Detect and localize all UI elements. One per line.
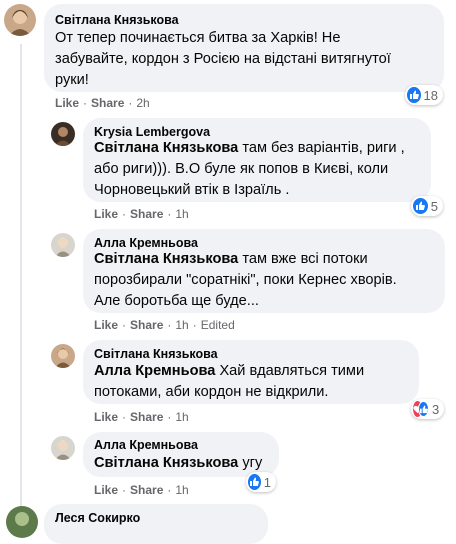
mention-link[interactable]: Світлана Князькова (94, 455, 238, 471)
reaction-count-label: 5 (430, 198, 438, 214)
share-button[interactable]: Share (91, 96, 124, 110)
like-reaction-icon (248, 474, 261, 490)
timestamp[interactable]: 1h (175, 483, 188, 497)
comment-actions: Like · Share · 2h (55, 96, 150, 110)
comment-author[interactable]: Алла Кремньова (94, 236, 198, 250)
like-button[interactable]: Like (94, 410, 118, 424)
like-button[interactable]: Like (94, 207, 118, 221)
reaction-count-label: 3 (432, 401, 440, 417)
avatar[interactable] (6, 506, 38, 538)
comment-text: там без варіантів, риги , (238, 140, 405, 156)
comment-text-line: забувайте, кордон з Росією на відстані в… (55, 51, 391, 67)
like-button[interactable]: Like (94, 318, 118, 332)
comment-author[interactable]: Леся Сокирко (55, 511, 140, 525)
like-reaction-icon (413, 198, 428, 214)
separator: · (122, 483, 127, 497)
separator: · (167, 410, 172, 424)
comment-text-line: Світлана Князькова угу (94, 453, 262, 474)
comment-text: угу (238, 455, 263, 471)
edited-label[interactable]: Edited (201, 318, 235, 332)
avatar[interactable] (51, 344, 75, 368)
separator: · (122, 207, 127, 221)
like-button[interactable]: Like (55, 96, 79, 110)
comment-text-line: порозбирали "соратнікі", поки Кернес хво… (94, 272, 397, 288)
timestamp[interactable]: 1h (175, 410, 188, 424)
separator: · (167, 207, 172, 221)
timestamp[interactable]: 1h (175, 207, 188, 221)
reaction-count-label: 1 (263, 474, 271, 490)
mention-link[interactable]: Світлана Князькова (94, 251, 238, 267)
comment-author[interactable]: Алла Кремньова (94, 438, 198, 452)
comment-actions: Like · Share · 1h (94, 207, 189, 221)
share-button[interactable]: Share (130, 483, 163, 497)
reaction-count[interactable]: 1 (246, 472, 276, 492)
comment-text-line: Світлана Князькова там без варіантів, ри… (94, 138, 405, 159)
comment-text-line: руки! (55, 72, 89, 88)
like-button[interactable]: Like (94, 483, 118, 497)
comment-text: там вже всі потоки (238, 251, 368, 267)
comment-author[interactable]: Світлана Князькова (94, 347, 218, 361)
comment-text-line: Алла Кремньова Хай вдавляться тими (94, 361, 364, 382)
reaction-count-label: 18 (423, 87, 438, 103)
avatar[interactable] (4, 4, 36, 36)
comment-author[interactable]: Krysia Lembergova (94, 125, 210, 139)
avatar[interactable] (51, 436, 75, 460)
mention-link[interactable]: Світлана Князькова (94, 140, 238, 156)
separator: · (122, 318, 127, 332)
separator: · (128, 96, 133, 110)
comment-text-line: От тепер починається битва за Харків! Не (55, 30, 341, 46)
share-button[interactable]: Share (130, 207, 163, 221)
like-reaction-icon (407, 87, 421, 103)
like-reaction-icon (418, 401, 429, 417)
comment-actions: Like · Share · 1h · Edited (94, 318, 235, 332)
thread-line (20, 44, 22, 514)
separator: · (122, 410, 127, 424)
comment-text-line: Чорновецький втік в Ізраїль . (94, 182, 290, 198)
comment-text-line: Але боротьба ще буде... (94, 293, 259, 309)
avatar[interactable] (51, 122, 75, 146)
mention-link[interactable]: Алла Кремньова (94, 363, 215, 379)
timestamp[interactable]: 2h (136, 96, 149, 110)
comment-text-line: або риги))). В.О буле як попов в Києві, … (94, 161, 389, 177)
separator: · (167, 318, 172, 332)
comment-text-line: Світлана Князькова там вже всі потоки (94, 249, 368, 270)
comment-text-line: потоками, аби кордон не відкрили. (94, 384, 329, 400)
comment-author[interactable]: Світлана Князькова (55, 13, 179, 27)
comment-actions: Like · Share · 1h (94, 483, 189, 497)
share-button[interactable]: Share (130, 318, 163, 332)
reaction-count[interactable]: 18 (405, 85, 443, 105)
separator: · (192, 318, 197, 332)
reaction-count[interactable]: 5 (411, 196, 443, 216)
share-button[interactable]: Share (130, 410, 163, 424)
separator: · (167, 483, 172, 497)
comment-text: Хай вдавляться тими (215, 363, 365, 379)
avatar[interactable] (51, 233, 75, 257)
comment-actions: Like · Share · 1h (94, 410, 189, 424)
reaction-count[interactable]: 3 (411, 399, 444, 419)
separator: · (83, 96, 88, 110)
timestamp[interactable]: 1h (175, 318, 188, 332)
